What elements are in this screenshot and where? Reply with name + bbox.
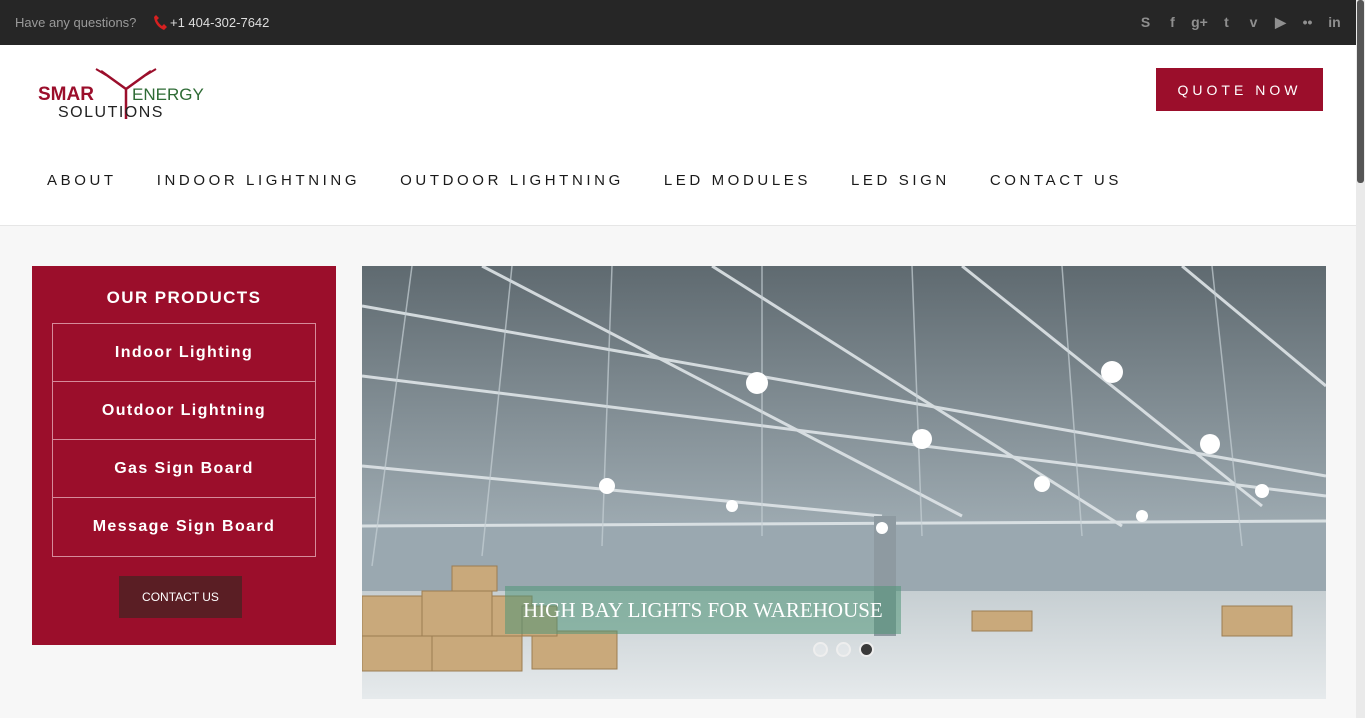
warehouse-image [362,266,1326,699]
questions-text: Have any questions? [15,15,137,30]
phone-icon [154,15,167,30]
main-nav: ABOUT INDOOR LIGHTNING OUTDOOR LIGHTNING LE… [47,172,1162,189]
logo-text-energy: ENERGY [132,85,204,104]
contact-us-button[interactable]: CONTACT US [119,576,242,618]
slide-caption: HIGH BAY LIGHTS FOR WAREHOUSE [505,586,901,634]
nav-item-about[interactable]: ABOUT [47,172,117,189]
site-header: SMAR ENERGY SOLUTIONS QUOTE NOW ABOUT IND… [0,45,1356,226]
nav-item-outdoor-lightning[interactable]: OUTDOOR LIGHTNING [400,172,624,189]
skype-icon[interactable]: S [1136,12,1155,32]
social-links: Sf g+ t v ▶ •• in [1136,12,1344,32]
slider-dots [813,642,874,657]
youtube-icon[interactable]: ▶ [1271,12,1290,32]
linkedin-icon[interactable]: in [1325,12,1344,32]
quote-now-button[interactable]: QUOTE NOW [1156,68,1323,111]
scrollbar[interactable] [1356,0,1365,718]
products-sidebar: OUR PRODUCTS Indoor Lighting Outdoor Ligh… [32,266,336,645]
facebook-icon[interactable]: f [1163,12,1182,32]
vimeo-icon[interactable]: v [1244,12,1263,32]
top-bar: Have any questions? +1 404-302-7642 Sf g+… [0,0,1356,45]
phone-number[interactable]: +1 404-302-7642 [170,15,269,30]
logo[interactable]: SMAR ENERGY SOLUTIONS [36,67,206,122]
product-item-indoor-lighting[interactable]: Indoor Lighting [53,324,315,382]
slider-dot[interactable] [836,642,851,657]
flickr-icon[interactable]: •• [1298,12,1317,32]
slider-dot[interactable] [813,642,828,657]
hero-slider[interactable]: HIGH BAY LIGHTS FOR WAREHOUSE [362,266,1326,699]
product-item-gas-sign-board[interactable]: Gas Sign Board [53,440,315,498]
scrollbar-thumb[interactable] [1357,0,1364,183]
product-item-outdoor-lightning[interactable]: Outdoor Lightning [53,382,315,440]
logo-text-solutions: SOLUTIONS [58,104,164,121]
nav-item-indoor-lightning[interactable]: INDOOR LIGHTNING [157,172,360,189]
product-list: Indoor Lighting Outdoor Lightning Gas Sign… [52,323,316,557]
logo-text-smart: SMAR [38,84,94,105]
google-plus-icon[interactable]: g+ [1190,12,1209,32]
nav-item-led-sign[interactable]: LED SIGN [851,172,950,189]
nav-item-contact-us[interactable]: CONTACT US [990,172,1122,189]
sidebar-title: OUR PRODUCTS [106,288,262,307]
slider-dot[interactable] [859,642,874,657]
product-item-message-sign-board[interactable]: Message Sign Board [53,498,315,556]
twitter-icon[interactable]: t [1217,12,1236,32]
nav-item-led-modules[interactable]: LED MODULES [664,172,811,189]
